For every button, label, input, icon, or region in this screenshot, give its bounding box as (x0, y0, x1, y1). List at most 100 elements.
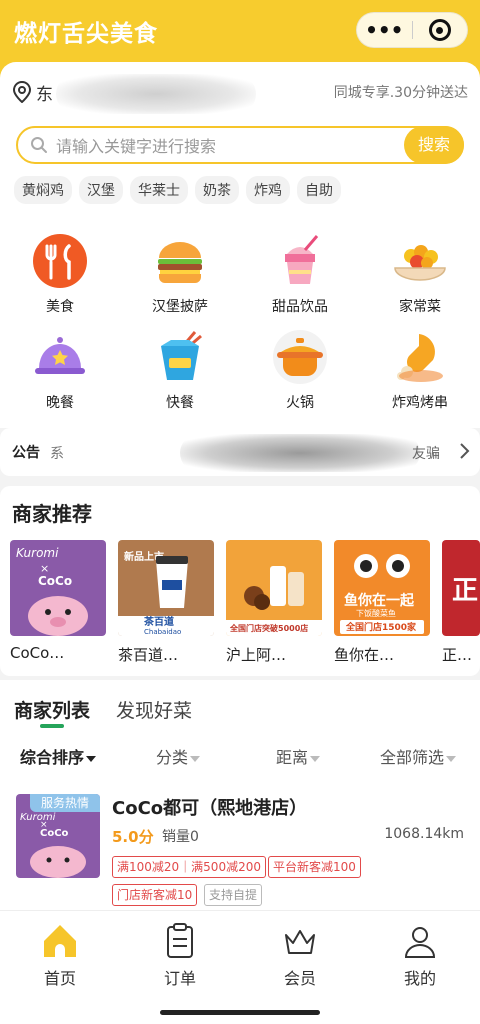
milk-tea-illustration (244, 566, 304, 610)
sort-comprehensive[interactable]: 综合排序 (20, 744, 97, 768)
more-menu-button[interactable]: ••• (357, 12, 412, 48)
redacted-announcement (180, 434, 420, 472)
tabbar-label: 会员 (283, 969, 316, 988)
shop-name: 鱼你在… (334, 646, 395, 664)
announcement-text-end: 友骗 (412, 446, 440, 462)
burger-icon (158, 242, 202, 283)
hot-tag[interactable]: 奶茶 (195, 176, 239, 204)
shop-image: 全国门店突破5000店 (226, 540, 322, 636)
merchant-badge: 服务热情 (30, 794, 100, 812)
tea-cup-illustration (156, 556, 188, 608)
category-label: 快餐 (166, 395, 194, 411)
shop-image: Kuromi × CoCo (10, 540, 106, 636)
tabbar-home[interactable]: 首页 (0, 921, 120, 989)
category-label: 晚餐 (46, 395, 74, 411)
tabbar-label: 我的 (403, 969, 436, 988)
search-icon (31, 137, 47, 153)
category-home-dish[interactable]: 家常菜 (360, 232, 480, 328)
tab-discover-dishes[interactable]: 发现好菜 (116, 696, 192, 723)
crown-icon (285, 930, 315, 954)
hot-tag[interactable]: 汉堡 (79, 176, 123, 204)
merchant-score: 5.0分 (112, 828, 154, 846)
merchant-name: CoCo都可（熙地港店） (112, 798, 308, 819)
chevron-right-icon (460, 443, 470, 459)
fish-illustration (354, 554, 410, 578)
category-food[interactable]: 美食 (0, 232, 120, 328)
category-label: 汉堡披萨 (152, 299, 208, 315)
kuromi-illustration (28, 596, 88, 636)
merchant-list-item[interactable]: Kuromi × CoCo 服务热情 CoCo都可（熙地港店） 5.0分 销量0… (0, 794, 480, 914)
shop-name: 茶百道… (118, 646, 179, 664)
close-target-button[interactable] (412, 19, 467, 41)
category-grid: 美食 汉堡披萨 甜品饮品 家常菜 晚餐 快餐 火锅 炸鸡烤串 (0, 216, 480, 428)
category-fastfood[interactable]: 快餐 (120, 328, 240, 424)
hotpot-icon (273, 330, 327, 384)
shop-name: CoCo… (10, 644, 65, 662)
category-burger-pizza[interactable]: 汉堡披萨 (120, 232, 240, 328)
hot-tag[interactable]: 自助 (297, 176, 341, 204)
announcement-text: 系 (50, 446, 64, 462)
shop-name: 正… (442, 646, 473, 664)
hot-tag[interactable]: 炸鸡 (246, 176, 290, 204)
bottom-tab-bar: 首页 订单 会员 我的 (0, 910, 480, 1024)
merchant-distance: 1068.14km (384, 826, 464, 842)
active-tab-indicator (40, 724, 64, 728)
home-indicator (160, 1010, 320, 1015)
coupon-tag: 平台新客减100 (268, 856, 361, 878)
hot-tag[interactable]: 华莱士 (130, 176, 188, 204)
dinner-cloche-icon (35, 337, 85, 374)
shop-image: 正 (442, 540, 480, 636)
shop-image: 新品上市 茶百道 Chabaidao (118, 540, 214, 636)
location-address: 东 (36, 84, 53, 105)
order-clipboard-icon (167, 923, 193, 958)
category-dessert-drink[interactable]: 甜品饮品 (240, 232, 360, 328)
sort-distance[interactable]: 距离 (276, 744, 321, 768)
announcement-label: 公告 (12, 445, 40, 461)
recommended-shop[interactable]: 全国门店突破5000店 沪上阿… (226, 540, 322, 665)
pickup-tag: 支持自提 (204, 884, 263, 906)
takeout-box-icon (161, 331, 202, 380)
redacted-address (56, 74, 256, 114)
filter-all[interactable]: 全部筛选 (380, 744, 457, 768)
search-input[interactable]: 请输入关键字进行搜索 (56, 133, 462, 157)
tabbar-orders[interactable]: 订单 (120, 921, 240, 989)
chicken-leg-icon (397, 334, 443, 382)
recommended-shop[interactable]: 正 正… (442, 540, 480, 665)
caret-down-icon (446, 755, 457, 762)
merchant-sales: 销量0 (162, 829, 199, 845)
category-hotpot[interactable]: 火锅 (240, 328, 360, 424)
tabbar-member[interactable]: 会员 (240, 921, 360, 989)
sort-filter-bar: 综合排序 分类 距离 全部筛选 (0, 744, 480, 774)
kuromi-illustration (30, 846, 86, 878)
user-icon (404, 927, 436, 958)
recommended-shop[interactable]: Kuromi × CoCo CoCo… (10, 540, 106, 662)
tab-merchant-list[interactable]: 商家列表 (14, 696, 90, 723)
app-title: 燃灯舌尖美食 (14, 21, 158, 47)
caret-down-icon (310, 755, 321, 762)
announcement-bar[interactable]: 公告 系 友骗 (0, 428, 480, 476)
category-fried-chicken[interactable]: 炸鸡烤串 (360, 328, 480, 424)
category-label: 美食 (46, 299, 74, 315)
home-icon (44, 925, 76, 957)
target-icon (428, 19, 451, 41)
recommended-merchants: 商家推荐 Kuromi × CoCo CoCo… 新品上市 茶百道 Chabai… (0, 486, 480, 676)
hot-search-tags: 黄焖鸡 汉堡 华莱士 奶茶 炸鸡 自助 (14, 176, 341, 204)
shop-image: 鱼你在一起 下饭酸菜鱼 全国门店1500家 (334, 540, 430, 636)
section-title: 商家推荐 (12, 502, 92, 526)
coupon-tag: 满100减20｜满500减200 (112, 856, 266, 878)
recommended-shop[interactable]: 新品上市 茶百道 Chabaidao 茶百道… (118, 540, 214, 665)
category-label: 甜品饮品 (272, 299, 328, 315)
tabbar-label: 首页 (43, 969, 76, 988)
caret-down-icon (86, 755, 97, 762)
search-bar[interactable]: 请输入关键字进行搜索 搜索 (16, 126, 464, 164)
tabbar-mine[interactable]: 我的 (360, 921, 480, 989)
category-label: 家常菜 (399, 299, 441, 315)
cutlery-icon (33, 234, 87, 288)
category-dinner[interactable]: 晚餐 (0, 328, 120, 424)
filter-category[interactable]: 分类 (156, 744, 201, 768)
recommended-shop[interactable]: 鱼你在一起 下饭酸菜鱼 全国门店1500家 鱼你在… (334, 540, 430, 665)
delivery-note: 同城专享.30分钟送达 (333, 85, 468, 101)
hot-tag[interactable]: 黄焖鸡 (14, 176, 72, 204)
category-label: 火锅 (286, 395, 314, 411)
search-button[interactable]: 搜索 (404, 126, 464, 164)
